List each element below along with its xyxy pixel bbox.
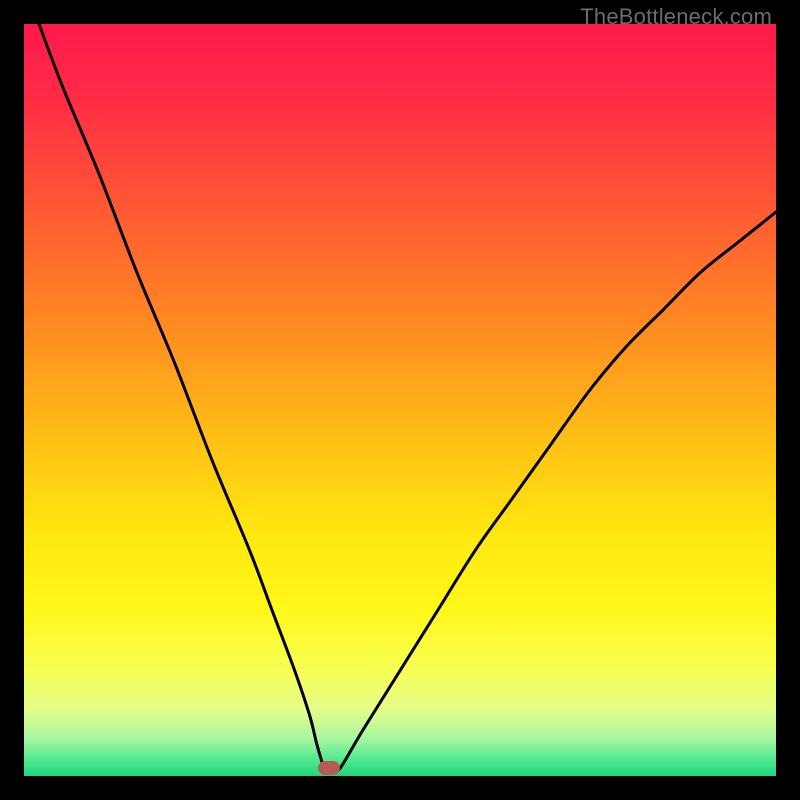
optimal-point-marker <box>318 761 340 775</box>
chart-background <box>24 24 776 776</box>
chart-svg <box>24 24 776 776</box>
chart-frame <box>24 24 776 776</box>
